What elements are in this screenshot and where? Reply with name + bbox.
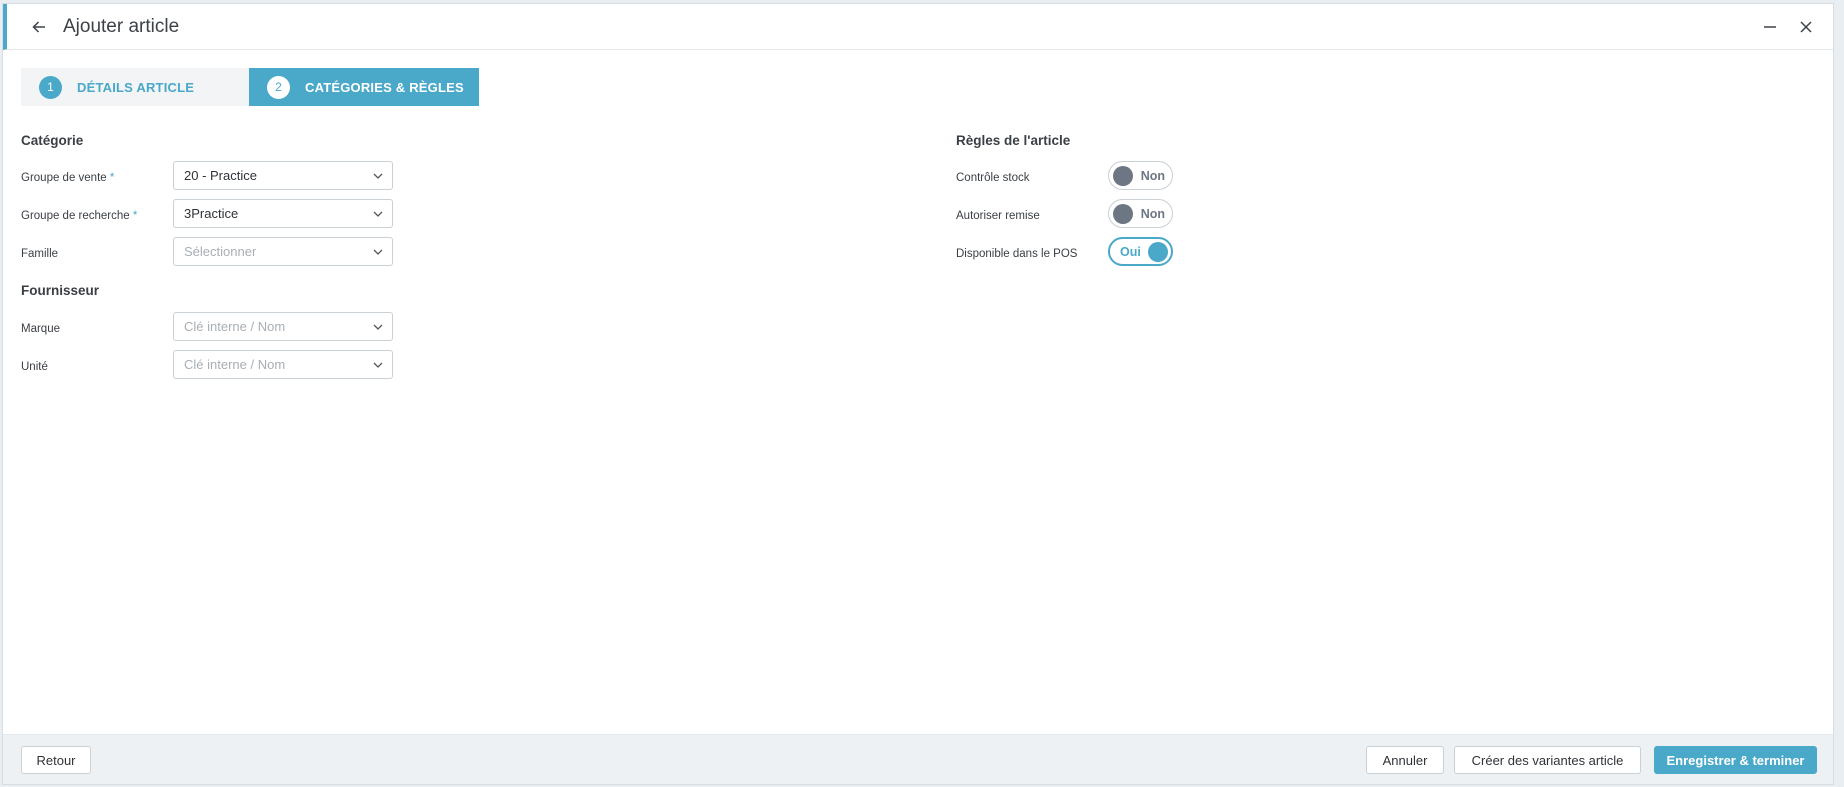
- autoriser-remise-label: Autoriser remise: [956, 210, 1040, 222]
- groupe-vente-select[interactable]: 20 - Practice: [173, 161, 393, 190]
- wizard-steps: 1 DÉTAILS ARTICLE 2 CATÉGORIES & RÈGLES: [21, 68, 479, 106]
- marque-label: Marque: [21, 323, 60, 335]
- dialog-title: Ajouter article: [63, 15, 180, 37]
- groupe-recherche-select[interactable]: 3Practice: [173, 199, 393, 228]
- famille-select[interactable]: Sélectionner: [173, 237, 393, 266]
- toggle-knob: [1148, 242, 1168, 262]
- disponible-pos-toggle[interactable]: Oui: [1108, 237, 1173, 266]
- marque-select[interactable]: Clé interne / Nom: [173, 312, 393, 341]
- create-variants-button[interactable]: Créer des variantes article: [1454, 746, 1641, 774]
- unite-label: Unité: [21, 361, 48, 373]
- toggle-state: Oui: [1120, 245, 1141, 259]
- disponible-pos-label: Disponible dans le POS: [956, 248, 1078, 260]
- arrow-left-icon[interactable]: [29, 17, 49, 37]
- groupe-recherche-value: 3Practice: [184, 206, 239, 221]
- step-details-article[interactable]: 1 DÉTAILS ARTICLE: [21, 68, 249, 106]
- groupe-recherche-label-text: Groupe de recherche: [21, 210, 130, 222]
- category-section-title: Catégorie: [21, 133, 84, 148]
- chevron-down-icon: [373, 173, 383, 179]
- back-button[interactable]: Retour: [21, 746, 91, 774]
- minimize-icon[interactable]: [1759, 16, 1781, 38]
- unite-select[interactable]: Clé interne / Nom: [173, 350, 393, 379]
- groupe-recherche-label: Groupe de recherche *: [21, 210, 137, 222]
- marque-placeholder: Clé interne / Nom: [184, 319, 286, 334]
- title-bar: Ajouter article: [3, 4, 1833, 50]
- close-icon[interactable]: [1795, 16, 1817, 38]
- groupe-vente-label: Groupe de vente *: [21, 172, 114, 184]
- chevron-down-icon: [373, 211, 383, 217]
- step-label: DÉTAILS ARTICLE: [77, 79, 195, 95]
- step-label: CATÉGORIES & RÈGLES: [305, 79, 464, 95]
- chevron-down-icon: [373, 362, 383, 368]
- toggle-state: Non: [1140, 207, 1165, 221]
- dialog-footer: Retour Annuler Créer des variantes artic…: [3, 734, 1833, 784]
- groupe-vente-label-text: Groupe de vente: [21, 172, 107, 184]
- toggle-knob: [1113, 166, 1133, 186]
- step-categories-regles[interactable]: 2 CATÉGORIES & RÈGLES: [249, 68, 479, 106]
- step-number: 2: [267, 75, 290, 99]
- required-marker: *: [132, 210, 138, 222]
- autoriser-remise-toggle[interactable]: Non: [1108, 199, 1173, 228]
- rules-section-title: Règles de l'article: [956, 133, 1071, 148]
- controle-stock-label: Contrôle stock: [956, 172, 1030, 184]
- add-article-dialog: Ajouter article 1 DÉTAILS ARTICLE 2 CATÉ…: [2, 3, 1834, 785]
- toggle-knob: [1113, 204, 1133, 224]
- toggle-state: Non: [1140, 169, 1165, 183]
- groupe-vente-value: 20 - Practice: [184, 168, 257, 183]
- unite-placeholder: Clé interne / Nom: [184, 357, 286, 372]
- step-number: 1: [39, 75, 62, 99]
- controle-stock-toggle[interactable]: Non: [1108, 161, 1173, 190]
- window-actions: [1759, 16, 1817, 38]
- required-marker: *: [109, 172, 115, 184]
- chevron-down-icon: [373, 324, 383, 330]
- save-finish-button[interactable]: Enregistrer & terminer: [1654, 746, 1817, 774]
- cancel-button[interactable]: Annuler: [1366, 746, 1444, 774]
- supplier-section-title: Fournisseur: [21, 283, 100, 298]
- famille-label: Famille: [21, 248, 59, 260]
- chevron-down-icon: [373, 249, 383, 255]
- famille-placeholder: Sélectionner: [184, 244, 257, 259]
